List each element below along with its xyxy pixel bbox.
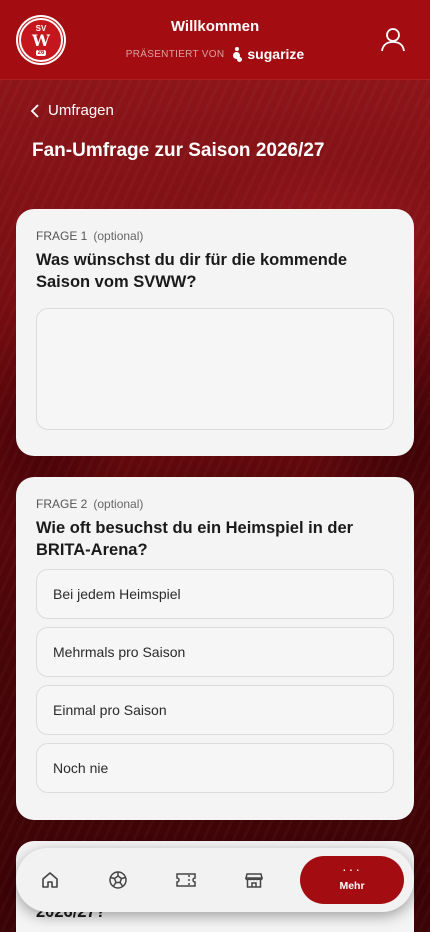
option-once-per-season[interactable]: Einmal pro Saison (36, 685, 394, 735)
question-card-1: FRAGE 1 (optional) Was wünschst du dir f… (16, 209, 414, 456)
question-number: FRAGE 2 (36, 497, 88, 511)
optional-tag: (optional) (93, 497, 144, 511)
presented-by-label: PRÄSENTIERT VON (125, 48, 225, 60)
user-profile-icon[interactable] (380, 26, 406, 52)
optional-tag: (optional) (93, 229, 144, 243)
back-link[interactable]: Umfragen (30, 102, 114, 119)
chevron-left-icon (30, 103, 39, 118)
question-number: FRAGE 1 (36, 229, 88, 243)
bottom-nav: ··· Mehr (16, 848, 414, 912)
football-icon (109, 871, 127, 889)
app-header: SV W 26 Willkommen PRÄSENTIERT VON sugar… (0, 0, 430, 80)
nav-matches[interactable] (84, 848, 152, 912)
header-title: Willkommen (170, 18, 260, 35)
shop-icon (245, 873, 263, 888)
question-card-2: FRAGE 2 (optional) Wie oft besuchst du e… (16, 477, 414, 820)
option-never[interactable]: Noch nie (36, 743, 394, 793)
question-label: FRAGE 1 (optional) (36, 229, 394, 243)
question-text: Wie oft besuchst du ein Heimspiel in der… (36, 519, 354, 559)
nav-more-button[interactable]: ··· Mehr (300, 856, 404, 904)
options-list: Bei jedem Heimspiel Mehrmals pro Saison … (36, 569, 394, 793)
more-dots-icon: ··· (342, 861, 362, 877)
ticket-icon (176, 873, 196, 887)
nav-home[interactable] (16, 848, 84, 912)
answer-textarea[interactable] (36, 308, 394, 430)
option-every-home-game[interactable]: Bei jedem Heimspiel (36, 569, 394, 619)
nav-more-label: Mehr (339, 880, 365, 892)
nav-tickets[interactable] (152, 848, 220, 912)
page-title: Fan-Umfrage zur Saison 2026/27 (32, 140, 325, 161)
sugarize-dots-icon (232, 45, 244, 63)
question-label: FRAGE 2 (optional) (36, 497, 394, 511)
home-icon (42, 872, 58, 888)
option-several-per-season[interactable]: Mehrmals pro Saison (36, 627, 394, 677)
back-label: Umfragen (48, 102, 114, 119)
nav-shop[interactable] (220, 848, 288, 912)
sponsor-name: sugarize (247, 46, 305, 62)
question-text: Was wünschst du dir für die kommende Sai… (36, 251, 348, 291)
sponsor-line: PRÄSENTIERT VON sugarize (0, 45, 430, 63)
sponsor-logo: sugarize (232, 45, 304, 63)
